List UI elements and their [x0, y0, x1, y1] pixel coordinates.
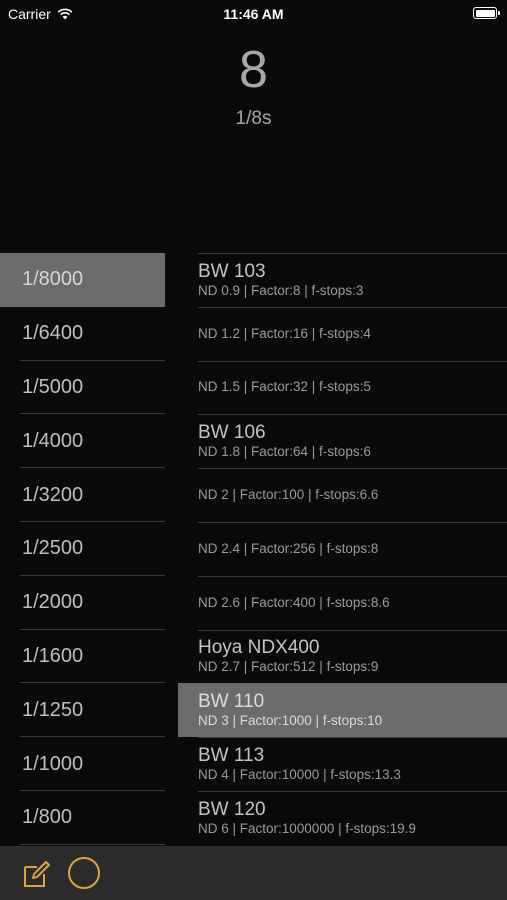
filter-detail: ND 6 | Factor:1000000 | f-stops:19.9: [198, 820, 416, 836]
filter-name: BW 113: [198, 745, 265, 767]
status-time: 11:46 AM: [223, 6, 284, 22]
filter-detail: ND 4 | Factor:10000 | f-stops:13.3: [198, 767, 401, 783]
shutter-speed-label: 1/8000: [22, 268, 84, 291]
filter-name: BW 110: [198, 691, 265, 713]
shutter-speed-item[interactable]: 1/3200: [0, 468, 165, 522]
filter-detail: ND 1.5 | Factor:32 | f-stops:5: [198, 379, 371, 395]
shutter-speed-label: 1/800: [22, 806, 73, 829]
filter-detail: ND 2 | Factor:100 | f-stops:6.6: [198, 487, 379, 503]
shutter-speed-item[interactable]: 1/5000: [0, 361, 165, 415]
filter-detail: ND 2.4 | Factor:256 | f-stops:8: [198, 540, 379, 556]
shutter-speed-label: 1/2000: [22, 591, 84, 614]
filter-name: BW 120: [198, 798, 266, 820]
toolbar: [0, 846, 507, 900]
shutter-speed-item[interactable]: 1/1000: [0, 737, 165, 791]
shutter-speed-item[interactable]: 1/6400: [0, 307, 165, 361]
filter-item[interactable]: BW 103 ND 0.9 | Factor:8 | f-stops:3: [178, 253, 507, 307]
shutter-speed-label: 1/6400: [22, 322, 84, 345]
filter-item[interactable]: BW 110 ND 3 | Factor:1000 | f-stops:10: [178, 683, 507, 738]
filter-list[interactable]: BW 103 ND 0.9 | Factor:8 | f-stops:3 ND 1.…: [178, 253, 507, 846]
filter-detail: ND 0.9 | Factor:8 | f-stops:3: [198, 282, 364, 298]
filter-item[interactable]: Hoya NDX400 ND 2.7 | Factor:512 | f-stops…: [178, 629, 507, 684]
filter-item[interactable]: ND 1.5 | Factor:32 | f-stops:5: [178, 360, 507, 415]
filter-detail: ND 3 | Factor:1000 | f-stops:10: [198, 713, 383, 729]
filter-item[interactable]: BW 120 ND 6 | Factor:1000000 | f-stops:19…: [178, 790, 507, 845]
filter-item[interactable]: ND 2.6 | Factor:400 | f-stops:8.6: [178, 575, 507, 630]
filter-detail: ND 1.2 | Factor:16 | f-stops:4: [198, 325, 371, 341]
filter-item[interactable]: ND 1.2 | Factor:16 | f-stops:4: [178, 306, 507, 361]
shutter-speed-item[interactable]: 1/8000: [0, 253, 165, 307]
filter-item[interactable]: ND 2 | Factor:100 | f-stops:6.6: [178, 468, 507, 522]
filter-item[interactable]: ND 2.4 | Factor:256 | f-stops:8: [178, 521, 507, 576]
shutter-speed-label: 1/1600: [22, 644, 84, 667]
shutter-speed-label: 1/2500: [22, 537, 84, 560]
shutter-speed-item[interactable]: 1/2500: [0, 522, 165, 576]
filter-name: Hoya NDX400: [198, 637, 320, 659]
result-subtitle: 1/8s: [235, 108, 272, 129]
filter-item[interactable]: BW 106 ND 1.8 | Factor:64 | f-stops:6: [178, 414, 507, 468]
shutter-speed-item[interactable]: 1/4000: [0, 414, 165, 468]
shutter-speed-label: 1/1000: [22, 752, 84, 775]
shutter-speed-label: 1/1250: [22, 698, 84, 721]
shutter-speed-label: 1/4000: [22, 429, 84, 452]
filter-detail: ND 2.6 | Factor:400 | f-stops:8.6: [198, 594, 390, 610]
circle-icon[interactable]: [68, 857, 100, 889]
shutter-speed-item[interactable]: 1/1600: [0, 630, 165, 684]
filter-item[interactable]: BW 113 ND 4 | Factor:10000 | f-stops:13.3: [178, 737, 507, 791]
shutter-speed-item[interactable]: 1/2000: [0, 576, 165, 630]
shutter-speed-item[interactable]: 1/1250: [0, 683, 165, 737]
status-bar: Carrier 11:46 AM: [0, 0, 507, 28]
filter-name: BW 103: [198, 260, 266, 282]
shutter-speed-item[interactable]: 1/800: [0, 791, 165, 845]
shutter-speed-list[interactable]: 1/8000 1/6400 1/5000 1/4000 1/3200 1/2500 1/20…: [0, 253, 165, 846]
filter-name: BW 106: [198, 422, 266, 444]
shutter-speed-label: 1/3200: [22, 483, 84, 506]
result-value: 8: [239, 41, 268, 99]
shutter-speed-label: 1/5000: [22, 375, 84, 398]
edit-icon[interactable]: [22, 859, 52, 889]
filter-detail: ND 1.8 | Factor:64 | f-stops:6: [198, 444, 371, 460]
battery-icon: [473, 7, 500, 19]
filter-detail: ND 2.7 | Factor:512 | f-stops:9: [198, 659, 379, 675]
